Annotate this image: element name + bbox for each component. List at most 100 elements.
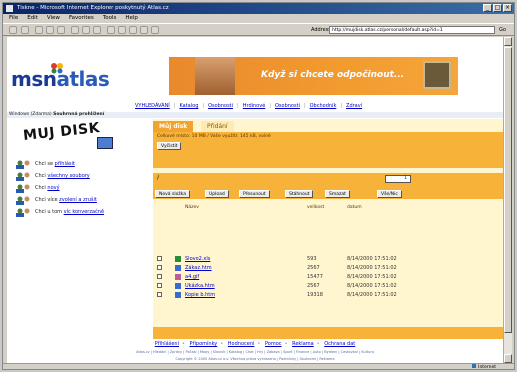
- maximize-button[interactable]: □: [493, 4, 502, 12]
- vertical-scrollbar[interactable]: [503, 37, 512, 363]
- scroll-thumb[interactable]: [504, 47, 512, 333]
- sidebar-item-link[interactable]: zvolení a zrušit: [59, 197, 97, 203]
- sidebar-item-link[interactable]: víc konverzačně: [64, 209, 104, 215]
- ad-banner[interactable]: Když si chcete odpočinout...: [169, 57, 458, 95]
- file-checkbox[interactable]: [157, 283, 162, 288]
- nav-item-5[interactable]: Osobnosti: [275, 102, 300, 110]
- messenger-icon[interactable]: [151, 26, 159, 34]
- file-row[interactable]: Slovo2.xls 593 8/14/2000 17:51:02: [153, 255, 503, 263]
- discuss-icon[interactable]: [140, 26, 148, 34]
- footer-link[interactable]: Pomoc: [265, 341, 282, 347]
- download-button[interactable]: Stáhnout: [285, 190, 314, 198]
- favorites-icon[interactable]: [82, 26, 90, 34]
- col-date[interactable]: datum: [347, 205, 362, 210]
- nav-item-2[interactable]: Katalog: [179, 102, 198, 110]
- nav-item-1[interactable]: VYHLEDÁVÁNÍ: [135, 102, 170, 110]
- window-controls: _ □ ×: [483, 4, 512, 12]
- html-file-icon: [175, 265, 181, 271]
- nav-item-6[interactable]: Obchodník: [310, 102, 337, 110]
- menu-tools[interactable]: Tools: [103, 14, 117, 23]
- menu-favorites[interactable]: Favorites: [69, 14, 94, 23]
- file-row[interactable]: Zákaz.htm 2567 8/14/2000 17:51:02: [153, 264, 503, 272]
- menu-help[interactable]: Help: [125, 14, 138, 23]
- sidebar-item-login[interactable]: Chci se přihlásit: [15, 159, 155, 170]
- file-name[interactable]: a4.gif: [185, 273, 199, 281]
- tab-pridani[interactable]: Přidání: [201, 121, 234, 132]
- tab-muj-disk[interactable]: Můj disk: [153, 121, 194, 132]
- nav-item-4[interactable]: Hrdinové: [243, 102, 266, 110]
- clean-button[interactable]: Vyčistit: [157, 142, 182, 150]
- sidebar-item-files[interactable]: Chci všechny soubory: [15, 171, 155, 182]
- col-name[interactable]: Název: [185, 205, 199, 210]
- back-icon[interactable]: [9, 26, 17, 34]
- refresh-icon[interactable]: [46, 26, 54, 34]
- upload-button[interactable]: Upload: [205, 190, 229, 198]
- menu-bar: File Edit View Favorites Tools Help: [3, 14, 514, 23]
- nav-item-7[interactable]: Zdraví: [346, 102, 362, 110]
- delete-button[interactable]: Smazat: [325, 190, 350, 198]
- file-checkbox[interactable]: [157, 265, 162, 270]
- footer-link[interactable]: Hodnocení: [228, 341, 255, 347]
- file-row[interactable]: Kopie b.htm 19318 8/14/2000 17:51:02: [153, 291, 503, 299]
- quota-info: Celkové místo: 10 MB / Vaše využití: 145…: [153, 132, 503, 168]
- file-checkbox[interactable]: [157, 256, 162, 261]
- minimize-button[interactable]: _: [483, 4, 492, 12]
- go-button[interactable]: Go: [499, 27, 506, 33]
- sidebar-item-chat[interactable]: Chci u tom víc konverzačně: [15, 207, 155, 218]
- toolbar: Address http://mujdisk.atlas.cz/personal…: [3, 23, 514, 36]
- menu-file[interactable]: File: [9, 14, 18, 23]
- move-button[interactable]: Přesunout: [239, 190, 270, 198]
- sidebar-item-select[interactable]: Chci více zvolení a zrušit: [15, 195, 155, 206]
- file-checkbox[interactable]: [157, 274, 162, 279]
- security-zone: Internet: [472, 364, 496, 371]
- history-icon[interactable]: [93, 26, 101, 34]
- home-icon[interactable]: [57, 26, 65, 34]
- forward-icon[interactable]: [21, 26, 29, 34]
- search-icon[interactable]: [71, 26, 79, 34]
- sidebar-item-new[interactable]: Chci nový: [15, 183, 155, 194]
- breadcrumb: Windows (Zdarma) Souhrnná prohlížení: [7, 112, 503, 118]
- new-folder-button[interactable]: Nová složka: [155, 190, 190, 198]
- address-field[interactable]: http://mujdisk.atlas.cz/personal/default…: [329, 26, 495, 34]
- disk-panel: Můj disk Přidání Celkové místo: 10 MB / …: [153, 119, 503, 339]
- nav-item-3[interactable]: Osobnosti: [208, 102, 233, 110]
- banner-tv-image: [423, 61, 451, 89]
- page-select[interactable]: 1: [385, 175, 411, 183]
- browser-window: Tiskne - Microsoft Internet Explorer pos…: [2, 2, 515, 370]
- file-size: 19318: [307, 292, 323, 298]
- sidebar-item-link[interactable]: nový: [47, 185, 59, 191]
- print-icon[interactable]: [118, 26, 126, 34]
- menu-view[interactable]: View: [47, 14, 60, 23]
- edit-icon[interactable]: [129, 26, 137, 34]
- file-name[interactable]: Zákaz.htm: [185, 264, 212, 272]
- people-icon: [16, 208, 30, 217]
- panel-footer-bar: [153, 327, 503, 339]
- sidebar-item-link[interactable]: všechny soubory: [47, 173, 89, 179]
- file-name[interactable]: Slovo2.xls: [185, 255, 210, 263]
- file-row[interactable]: Ukázka.htm 2567 8/14/2000 17:51:02: [153, 282, 503, 290]
- breadcrumb-prefix[interactable]: Windows (Zdarma): [9, 112, 52, 117]
- footer-link[interactable]: Ochrana dat: [324, 341, 355, 347]
- footer-copyright: Copyright © 2000 Atlas.cz a.s. Všechna p…: [175, 357, 335, 361]
- menu-edit[interactable]: Edit: [27, 14, 38, 23]
- footer-link[interactable]: Reklama: [292, 341, 314, 347]
- scroll-up-icon[interactable]: [504, 37, 512, 46]
- file-size: 2567: [307, 265, 320, 271]
- file-name[interactable]: Kopie b.htm: [185, 291, 215, 299]
- footer-link[interactable]: Příhlášení: [155, 341, 179, 347]
- scroll-down-icon[interactable]: [504, 354, 512, 363]
- people-icon: [16, 172, 30, 181]
- select-all-button[interactable]: Vše/Nic: [377, 190, 402, 198]
- file-name[interactable]: Ukázka.htm: [185, 282, 215, 290]
- sidebar-item-link[interactable]: přihlásit: [55, 161, 75, 167]
- file-row[interactable]: a4.gif 15477 8/14/2000 17:51:02: [153, 273, 503, 281]
- col-size[interactable]: velikost: [307, 205, 324, 210]
- site-nav: VYHLEDÁVÁNÍ | Katalog | Osobnosti | Hrdinov…: [135, 102, 363, 110]
- mail-icon[interactable]: [107, 26, 115, 34]
- address-label: Address: [311, 27, 331, 33]
- stop-icon[interactable]: [35, 26, 43, 34]
- footer-small-links[interactable]: Atlas.cz | Hledání | Zprávy | Počasí | M…: [7, 350, 503, 354]
- footer-link[interactable]: Připomínky: [190, 341, 218, 347]
- close-button[interactable]: ×: [503, 4, 512, 12]
- file-checkbox[interactable]: [157, 292, 162, 297]
